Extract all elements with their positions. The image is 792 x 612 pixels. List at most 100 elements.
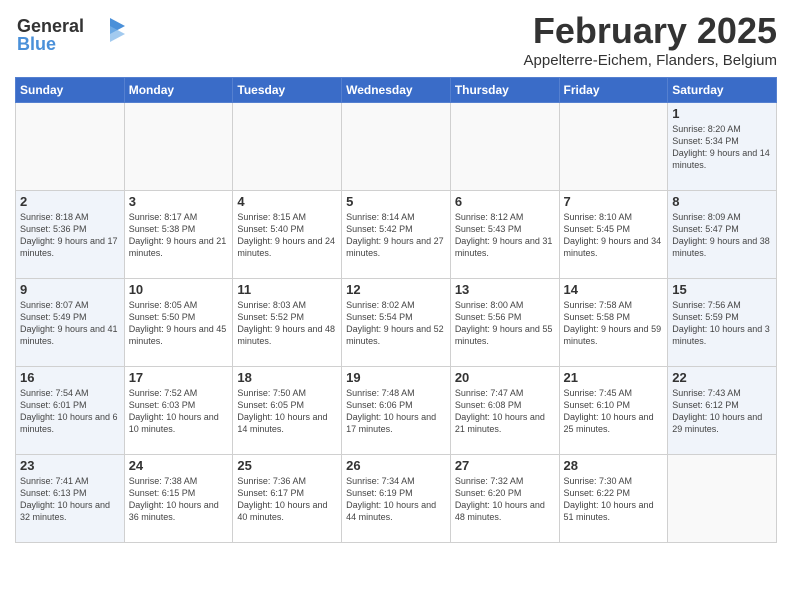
calendar-cell: 16Sunrise: 7:54 AM Sunset: 6:01 PM Dayli…	[16, 367, 125, 455]
header-tuesday: Tuesday	[233, 78, 342, 103]
day-info: Sunrise: 7:38 AM Sunset: 6:15 PM Dayligh…	[129, 475, 229, 524]
day-info: Sunrise: 8:14 AM Sunset: 5:42 PM Dayligh…	[346, 211, 446, 260]
day-number: 1	[672, 106, 772, 121]
calendar-cell	[559, 103, 668, 191]
day-info: Sunrise: 7:43 AM Sunset: 6:12 PM Dayligh…	[672, 387, 772, 436]
calendar-cell: 19 Sunrise: 7:48 AM Sunset: 6:06 PM Dayli…	[342, 367, 451, 455]
day-number: 26	[346, 458, 446, 473]
calendar-cell: 6Sunrise: 8:12 AM Sunset: 5:43 PM Daylig…	[450, 191, 559, 279]
page-container: General Blue February 2025 Appelterre-Ei…	[0, 0, 792, 553]
day-number: 25	[237, 458, 337, 473]
calendar-cell: 28 Sunrise: 7:30 AM Sunset: 6:22 PM Dayli…	[559, 455, 668, 543]
day-number: 5	[346, 194, 446, 209]
day-number: 3	[129, 194, 229, 209]
day-number: 4	[237, 194, 337, 209]
day-info: Sunrise: 8:18 AM Sunset: 5:36 PM Dayligh…	[20, 211, 120, 260]
day-info: Sunrise: 7:47 AM Sunset: 6:08 PM Dayligh…	[455, 387, 555, 436]
header-wednesday: Wednesday	[342, 78, 451, 103]
day-info: Sunrise: 8:09 AM Sunset: 5:47 PM Dayligh…	[672, 211, 772, 260]
svg-text:Blue: Blue	[17, 34, 56, 54]
calendar-cell: 3Sunrise: 8:17 AM Sunset: 5:38 PM Daylig…	[124, 191, 233, 279]
calendar-cell: 4 Sunrise: 8:15 AM Sunset: 5:40 PM Daylig…	[233, 191, 342, 279]
calendar-cell: 25 Sunrise: 7:36 AM Sunset: 6:17 PM Dayli…	[233, 455, 342, 543]
calendar-cell: 23Sunrise: 7:41 AM Sunset: 6:13 PM Dayli…	[16, 455, 125, 543]
day-number: 12	[346, 282, 446, 297]
day-info: Sunrise: 8:03 AM Sunset: 5:52 PM Dayligh…	[237, 299, 337, 348]
calendar-cell	[342, 103, 451, 191]
calendar-cell: 2 Sunrise: 8:18 AM Sunset: 5:36 PM Daylig…	[16, 191, 125, 279]
day-number: 11	[237, 282, 337, 297]
calendar-subtitle: Appelterre-Eichem, Flanders, Belgium	[524, 52, 777, 69]
svg-text:General: General	[17, 16, 84, 36]
calendar-cell: 15 Sunrise: 7:56 AM Sunset: 5:59 PM Dayli…	[668, 279, 777, 367]
day-info: Sunrise: 7:36 AM Sunset: 6:17 PM Dayligh…	[237, 475, 337, 524]
day-info: Sunrise: 8:02 AM Sunset: 5:54 PM Dayligh…	[346, 299, 446, 348]
day-number: 17	[129, 370, 229, 385]
calendar-cell: 9 Sunrise: 8:07 AM Sunset: 5:49 PM Daylig…	[16, 279, 125, 367]
calendar-cell: 1 Sunrise: 8:20 AM Sunset: 5:34 PM Daylig…	[668, 103, 777, 191]
day-info: Sunrise: 8:00 AM Sunset: 5:56 PM Dayligh…	[455, 299, 555, 348]
day-number: 2	[20, 194, 120, 209]
day-number: 19	[346, 370, 446, 385]
day-number: 27	[455, 458, 555, 473]
calendar-cell: 11 Sunrise: 8:03 AM Sunset: 5:52 PM Dayli…	[233, 279, 342, 367]
day-info: Sunrise: 7:58 AM Sunset: 5:58 PM Dayligh…	[564, 299, 664, 348]
day-number: 28	[564, 458, 664, 473]
calendar-table: SundayMondayTuesdayWednesdayThursdayFrid…	[15, 77, 777, 543]
calendar-cell: 24 Sunrise: 7:38 AM Sunset: 6:15 PM Dayli…	[124, 455, 233, 543]
header-friday: Friday	[559, 78, 668, 103]
header: General Blue February 2025 Appelterre-Ei…	[15, 10, 777, 69]
day-info: Sunrise: 7:48 AM Sunset: 6:06 PM Dayligh…	[346, 387, 446, 436]
header-monday: Monday	[124, 78, 233, 103]
calendar-cell: 14 Sunrise: 7:58 AM Sunset: 5:58 PM Dayli…	[559, 279, 668, 367]
calendar-cell: 21Sunrise: 7:45 AM Sunset: 6:10 PM Dayli…	[559, 367, 668, 455]
logo: General Blue	[15, 10, 125, 60]
day-info: Sunrise: 7:54 AM Sunset: 6:01 PM Dayligh…	[20, 387, 120, 436]
day-number: 14	[564, 282, 664, 297]
title-area: February 2025 Appelterre-Eichem, Flander…	[524, 10, 777, 69]
header-saturday: Saturday	[668, 78, 777, 103]
calendar-cell: 10 Sunrise: 8:05 AM Sunset: 5:50 PM Dayli…	[124, 279, 233, 367]
day-header-row: SundayMondayTuesdayWednesdayThursdayFrid…	[16, 78, 777, 103]
day-info: Sunrise: 8:15 AM Sunset: 5:40 PM Dayligh…	[237, 211, 337, 260]
calendar-cell: 5 Sunrise: 8:14 AM Sunset: 5:42 PM Daylig…	[342, 191, 451, 279]
day-number: 7	[564, 194, 664, 209]
day-number: 15	[672, 282, 772, 297]
calendar-cell: 22 Sunrise: 7:43 AM Sunset: 6:12 PM Dayli…	[668, 367, 777, 455]
day-info: Sunrise: 8:05 AM Sunset: 5:50 PM Dayligh…	[129, 299, 229, 348]
week-row-4: 23Sunrise: 7:41 AM Sunset: 6:13 PM Dayli…	[16, 455, 777, 543]
calendar-cell: 12 Sunrise: 8:02 AM Sunset: 5:54 PM Dayli…	[342, 279, 451, 367]
day-number: 10	[129, 282, 229, 297]
day-number: 23	[20, 458, 120, 473]
day-info: Sunrise: 7:52 AM Sunset: 6:03 PM Dayligh…	[129, 387, 229, 436]
calendar-cell: 8Sunrise: 8:09 AM Sunset: 5:47 PM Daylig…	[668, 191, 777, 279]
day-number: 18	[237, 370, 337, 385]
day-info: Sunrise: 7:34 AM Sunset: 6:19 PM Dayligh…	[346, 475, 446, 524]
calendar-cell: 20Sunrise: 7:47 AM Sunset: 6:08 PM Dayli…	[450, 367, 559, 455]
day-info: Sunrise: 7:50 AM Sunset: 6:05 PM Dayligh…	[237, 387, 337, 436]
day-number: 13	[455, 282, 555, 297]
calendar-cell: 27Sunrise: 7:32 AM Sunset: 6:20 PM Dayli…	[450, 455, 559, 543]
calendar-cell	[16, 103, 125, 191]
day-number: 22	[672, 370, 772, 385]
calendar-cell	[233, 103, 342, 191]
header-thursday: Thursday	[450, 78, 559, 103]
day-info: Sunrise: 7:30 AM Sunset: 6:22 PM Dayligh…	[564, 475, 664, 524]
day-info: Sunrise: 8:12 AM Sunset: 5:43 PM Dayligh…	[455, 211, 555, 260]
calendar-cell	[124, 103, 233, 191]
calendar-cell	[668, 455, 777, 543]
week-row-1: 2 Sunrise: 8:18 AM Sunset: 5:36 PM Daylig…	[16, 191, 777, 279]
day-info: Sunrise: 8:10 AM Sunset: 5:45 PM Dayligh…	[564, 211, 664, 260]
week-row-3: 16Sunrise: 7:54 AM Sunset: 6:01 PM Dayli…	[16, 367, 777, 455]
day-number: 9	[20, 282, 120, 297]
day-number: 21	[564, 370, 664, 385]
calendar-cell: 18 Sunrise: 7:50 AM Sunset: 6:05 PM Dayli…	[233, 367, 342, 455]
day-info: Sunrise: 8:20 AM Sunset: 5:34 PM Dayligh…	[672, 123, 772, 172]
day-info: Sunrise: 7:56 AM Sunset: 5:59 PM Dayligh…	[672, 299, 772, 348]
calendar-cell: 13 Sunrise: 8:00 AM Sunset: 5:56 PM Dayli…	[450, 279, 559, 367]
day-number: 24	[129, 458, 229, 473]
calendar-cell: 26 Sunrise: 7:34 AM Sunset: 6:19 PM Dayli…	[342, 455, 451, 543]
logo-text: General Blue	[15, 10, 125, 60]
week-row-0: 1 Sunrise: 8:20 AM Sunset: 5:34 PM Daylig…	[16, 103, 777, 191]
day-info: Sunrise: 8:07 AM Sunset: 5:49 PM Dayligh…	[20, 299, 120, 348]
